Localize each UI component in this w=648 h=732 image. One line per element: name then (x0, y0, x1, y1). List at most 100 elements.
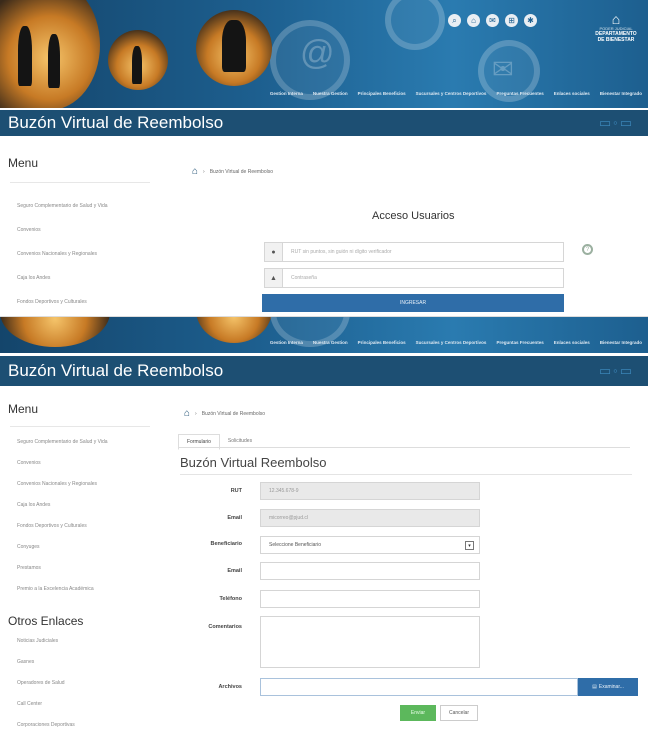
nav-item[interactable]: Nuestra Gestion (313, 91, 348, 96)
other-links-menu: Noticias Judiciales Gasnes Operadores de… (0, 634, 160, 728)
rut-label: RUT (230, 488, 242, 494)
breadcrumb: ⌂ › Buzón Virtual de Reembolso (192, 166, 273, 177)
comentarios-label: Comentarios (208, 624, 242, 630)
settings-icon[interactable]: ✱ (524, 14, 537, 27)
sidebar-item[interactable]: Fondos Deportivos y Culturales (17, 299, 160, 305)
search-icon[interactable]: ⌕ (448, 14, 461, 27)
breadcrumb-item[interactable]: Buzón Virtual de Reembolso (202, 411, 265, 417)
sidebar-item[interactable]: Convenios (17, 460, 160, 466)
page-title-text: Buzón Virtual de Reembolso (8, 361, 224, 380)
nav-item[interactable]: Bienestar Integrado (600, 91, 642, 96)
beneficiario-selected: Seleccione Beneficiario (269, 542, 321, 548)
title-decoration: ▭◦▭ (598, 363, 634, 378)
department-logo[interactable]: ⌂ PODER JUDICIAL DEPARTAMENTO DE BIENEST… (588, 12, 644, 43)
sidebar-item[interactable]: Premio a la Excelencia Académica (17, 586, 160, 592)
nav-item[interactable]: Preguntas Frecuentes (496, 340, 543, 345)
title-decoration: ▭◦▭ (598, 115, 634, 130)
sidebar-item[interactable]: Seguro Complementario de Salud y Vida (17, 439, 160, 445)
send-button[interactable]: Enviar (400, 705, 436, 721)
banner-silhouette (18, 26, 32, 86)
top-icon-bar: ⌕ ⌂ ✉ ⊞ ✱ (448, 14, 537, 27)
comentarios-textarea[interactable] (260, 616, 480, 668)
rut-placeholder: RUT sin puntos, sin guión ni dígito veri… (291, 249, 392, 255)
header-banner: Gestion Interna Nuestra Gestion Principa… (0, 317, 648, 353)
mail-icon[interactable]: ✉ (486, 14, 499, 27)
sidebar-item[interactable]: Caja los Andes (17, 502, 160, 508)
sidebar-item[interactable]: Caja los Andes (17, 275, 160, 281)
archivos-label: Archivos (218, 684, 242, 690)
email-label: Email (227, 568, 242, 574)
banner-silhouette (132, 46, 142, 84)
sidebar-item[interactable]: Noticias Judiciales (17, 638, 160, 644)
nav-item[interactable]: Nuestra Gestion (313, 340, 348, 345)
dept-line-1: PODER JUDICIAL (599, 26, 633, 31)
nav-item[interactable]: Enlaces sociales (554, 340, 590, 345)
password-placeholder: Contraseña (291, 275, 317, 281)
page-title: Buzón Virtual de Reembolso ▭◦▭ (0, 356, 648, 386)
beneficiario-label: Beneficiario (210, 541, 242, 547)
breadcrumb-separator: › (195, 410, 197, 417)
nav-item[interactable]: Bienestar Integrado (600, 340, 642, 345)
main-nav: Gestion Interna Nuestra Gestion Principa… (0, 333, 648, 351)
login-button[interactable]: INGRESAR (262, 294, 564, 312)
menu-title: Menu (8, 156, 39, 170)
sitemap-icon[interactable]: ⊞ (505, 14, 518, 27)
telefono-label: Teléfono (219, 596, 242, 602)
sidebar-item[interactable]: Operadores de Salud (17, 680, 160, 686)
sidebar-item[interactable]: Convenios Nacionales y Regionales (17, 481, 160, 487)
page-title: Buzón Virtual de Reembolso ▭◦▭ (0, 110, 648, 136)
sidebar-item[interactable]: Conyuges (17, 544, 160, 550)
home-icon[interactable]: ⌂ (184, 408, 190, 419)
sidebar-item[interactable]: Corporaciones Deportivas (17, 722, 160, 728)
help-icon[interactable]: ? (582, 244, 593, 255)
sidebar-item[interactable]: Convenios (17, 227, 160, 233)
email-input[interactable] (260, 562, 480, 580)
sidebar-menu: Menu Seguro Complementario de Salud y Vi… (0, 156, 160, 305)
examinar-label: Examinar... (598, 684, 624, 690)
banner-silhouette (222, 20, 246, 72)
form-title: Buzón Virtual Reembolso (180, 455, 327, 470)
sidebar-item[interactable]: Seguro Complementario de Salud y Vida (17, 203, 160, 209)
telefono-input[interactable] (260, 590, 480, 608)
home-icon[interactable]: ⌂ (192, 166, 198, 177)
nav-item[interactable]: Preguntas Frecuentes (496, 91, 543, 96)
folder-icon: ▤ (592, 684, 597, 690)
banner-silhouette (48, 34, 60, 88)
menu-title: Menu (8, 402, 39, 416)
nav-item[interactable]: Gestion Interna (270, 91, 303, 96)
email-label: Email (227, 515, 242, 521)
email-readonly-field: micorreo@pjud.cl (260, 509, 480, 527)
sidebar-item[interactable]: Gasnes (17, 659, 160, 665)
sidebar-item[interactable]: Fondos Deportivos y Culturales (17, 523, 160, 529)
nav-item[interactable]: Enlaces sociales (554, 91, 590, 96)
main-nav: Gestion Interna Nuestra Gestion Principa… (0, 84, 648, 102)
decorative-circle (385, 0, 445, 50)
home-icon[interactable]: ⌂ (467, 14, 480, 27)
sidebar-item[interactable]: Prestamos (17, 565, 160, 571)
examinar-button[interactable]: ▤ Examinar... (578, 678, 638, 696)
envelope-icon: ✉ (492, 54, 514, 84)
chevron-down-icon: ▾ (465, 541, 474, 550)
file-input[interactable] (260, 678, 578, 696)
nav-item[interactable]: Sucursales y Centros Deportivos (416, 91, 487, 96)
nav-item[interactable]: Principales Beneficios (358, 91, 406, 96)
nav-item[interactable]: Gestion Interna (270, 340, 303, 345)
beneficiario-select[interactable]: Seleccione Beneficiario ▾ (260, 536, 480, 554)
header-banner: @ ✉ ⌕ ⌂ ✉ ⊞ ✱ ⌂ PODER JUDICIAL DEPARTAME… (0, 0, 648, 108)
nav-item[interactable]: Sucursales y Centros Deportivos (416, 340, 487, 345)
building-icon: ⌂ (611, 11, 621, 27)
sidebar-menu: Menu Seguro Complementario de Salud y Vi… (0, 402, 160, 592)
other-links-title: Otros Enlaces (8, 614, 84, 628)
breadcrumb-item[interactable]: Buzón Virtual de Reembolso (210, 169, 273, 175)
breadcrumb-separator: › (203, 168, 205, 175)
nav-item[interactable]: Principales Beneficios (358, 340, 406, 345)
form-title-divider (180, 474, 632, 475)
sidebar-item[interactable]: Convenios Nacionales y Regionales (17, 251, 160, 257)
page-title-text: Buzón Virtual de Reembolso (8, 113, 224, 132)
rut-input[interactable]: ● RUT sin puntos, sin guión ni dígito ve… (264, 242, 564, 262)
sidebar-item[interactable]: Call Center (17, 701, 160, 707)
cancel-button[interactable]: Cancelar (440, 705, 478, 721)
rut-field: 12.345.678-9 (260, 482, 480, 500)
password-input[interactable]: ▲ Contraseña (264, 268, 564, 288)
dept-line-3: DE BIENESTAR (597, 37, 635, 43)
